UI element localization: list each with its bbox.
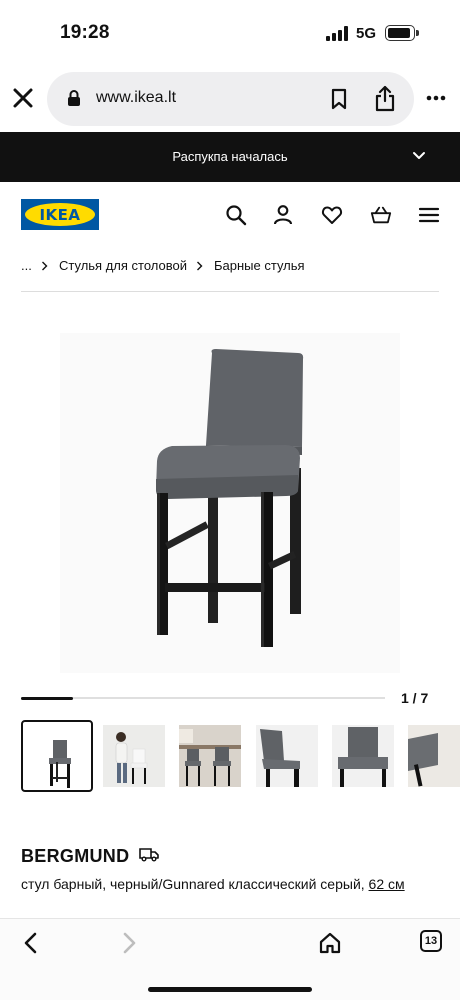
thumbnail-4[interactable]	[256, 720, 328, 792]
signal-icon	[326, 26, 348, 41]
share-icon[interactable]	[373, 84, 397, 112]
status-time: 19:28	[60, 22, 110, 43]
delivery-truck-icon	[139, 848, 159, 862]
thumbnail-5[interactable]	[332, 720, 404, 792]
bookmark-icon[interactable]	[330, 88, 348, 110]
more-options-icon[interactable]	[426, 95, 446, 101]
thumbnail-strip	[0, 718, 460, 794]
bar-stool-image	[156, 349, 304, 647]
gallery-progress-fill	[21, 696, 73, 700]
home-icon[interactable]	[319, 931, 341, 955]
thumbnail-1[interactable]	[21, 720, 93, 792]
heart-icon[interactable]	[321, 204, 343, 226]
tabs-button[interactable]: 13	[420, 930, 442, 952]
breadcrumb: ... Стулья для столовой Барные стулья	[21, 256, 439, 276]
account-icon[interactable]	[272, 204, 294, 226]
search-icon[interactable]	[225, 204, 247, 226]
promo-text: Распукпа началась	[172, 149, 288, 164]
product-description: стул барный, черный/Gunnared классически…	[21, 874, 441, 895]
ikea-logo[interactable]: IKEA	[21, 199, 99, 230]
divider	[21, 291, 439, 292]
close-icon[interactable]	[11, 86, 35, 110]
thumbnail-2[interactable]	[103, 720, 175, 792]
gallery-progress	[21, 696, 385, 700]
network-type: 5G	[356, 25, 377, 42]
breadcrumb-ellipsis[interactable]: ...	[21, 258, 32, 273]
chevron-down-icon	[413, 152, 425, 159]
breadcrumb-item-dining-chairs[interactable]: Стулья для столовой	[59, 258, 187, 273]
menu-icon[interactable]	[418, 204, 440, 226]
browser-address-row: www.ikea.lt	[0, 62, 460, 132]
home-indicator	[148, 987, 312, 992]
product-name: BERGMUND	[21, 846, 130, 866]
promo-banner[interactable]: Распукпа началась	[0, 132, 460, 182]
battery-icon	[385, 25, 419, 41]
chevron-right-icon	[197, 261, 203, 271]
thumbnail-6[interactable]	[408, 720, 460, 792]
browser-toolbar: 13	[0, 918, 460, 1000]
lock-icon	[68, 90, 80, 106]
product-description-text: стул барный, черный/Gunnared классически…	[21, 876, 365, 892]
basket-icon[interactable]	[370, 204, 392, 226]
gallery-counter: 1 / 7	[401, 690, 429, 706]
product-size-link[interactable]: 62 см	[369, 876, 405, 892]
back-arrow-icon[interactable]	[20, 931, 42, 955]
url-text: www.ikea.lt	[96, 89, 177, 106]
mobile-browser-page: 19:28 5G www.ikea.lt Распукпа началась I…	[0, 0, 460, 1000]
thumbnail-3[interactable]	[179, 720, 251, 792]
chevron-right-icon	[42, 261, 48, 271]
forward-arrow-icon[interactable]	[118, 931, 140, 955]
address-bar[interactable]: www.ikea.lt	[47, 72, 414, 126]
logo-text: IKEA	[39, 206, 81, 224]
product-main-image[interactable]	[60, 333, 400, 673]
status-bar: 19:28 5G	[0, 0, 460, 62]
breadcrumb-item-bar-chairs[interactable]: Барные стулья	[214, 258, 305, 273]
site-header: IKEA	[0, 182, 460, 248]
